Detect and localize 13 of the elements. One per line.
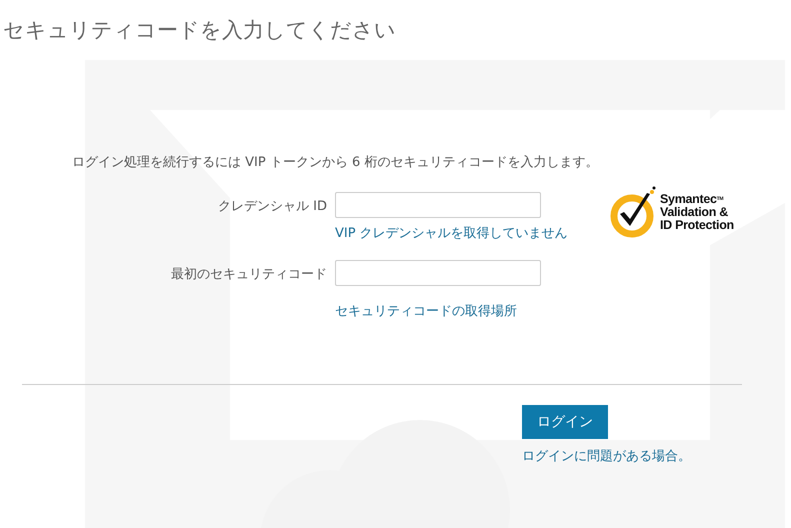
page-title: セキュリティコードを入力してください — [2, 17, 397, 44]
logo-text: Validation & — [660, 206, 729, 218]
help-link[interactable]: ログインに問題がある場合。 — [522, 447, 691, 467]
field-label: クレデンシャル ID — [217, 198, 328, 215]
help-link[interactable]: セキュリティコードの取得場所 — [335, 302, 575, 322]
help-link[interactable]: VIP クレデンシャルを取得していません — [335, 224, 575, 244]
instruction-text: ログイン処理を続行するには VIP トークンから 6 桁のセキュリティコードを入力します。 — [72, 154, 600, 171]
logo-text: ID Protection — [660, 218, 734, 232]
input-field[interactable] — [335, 192, 541, 218]
login-button[interactable]: ログイン — [522, 405, 608, 439]
input-field[interactable] — [335, 260, 541, 286]
field-label: 最初のセキュリティコード — [170, 266, 328, 283]
logo-text: Symantec — [660, 192, 717, 206]
